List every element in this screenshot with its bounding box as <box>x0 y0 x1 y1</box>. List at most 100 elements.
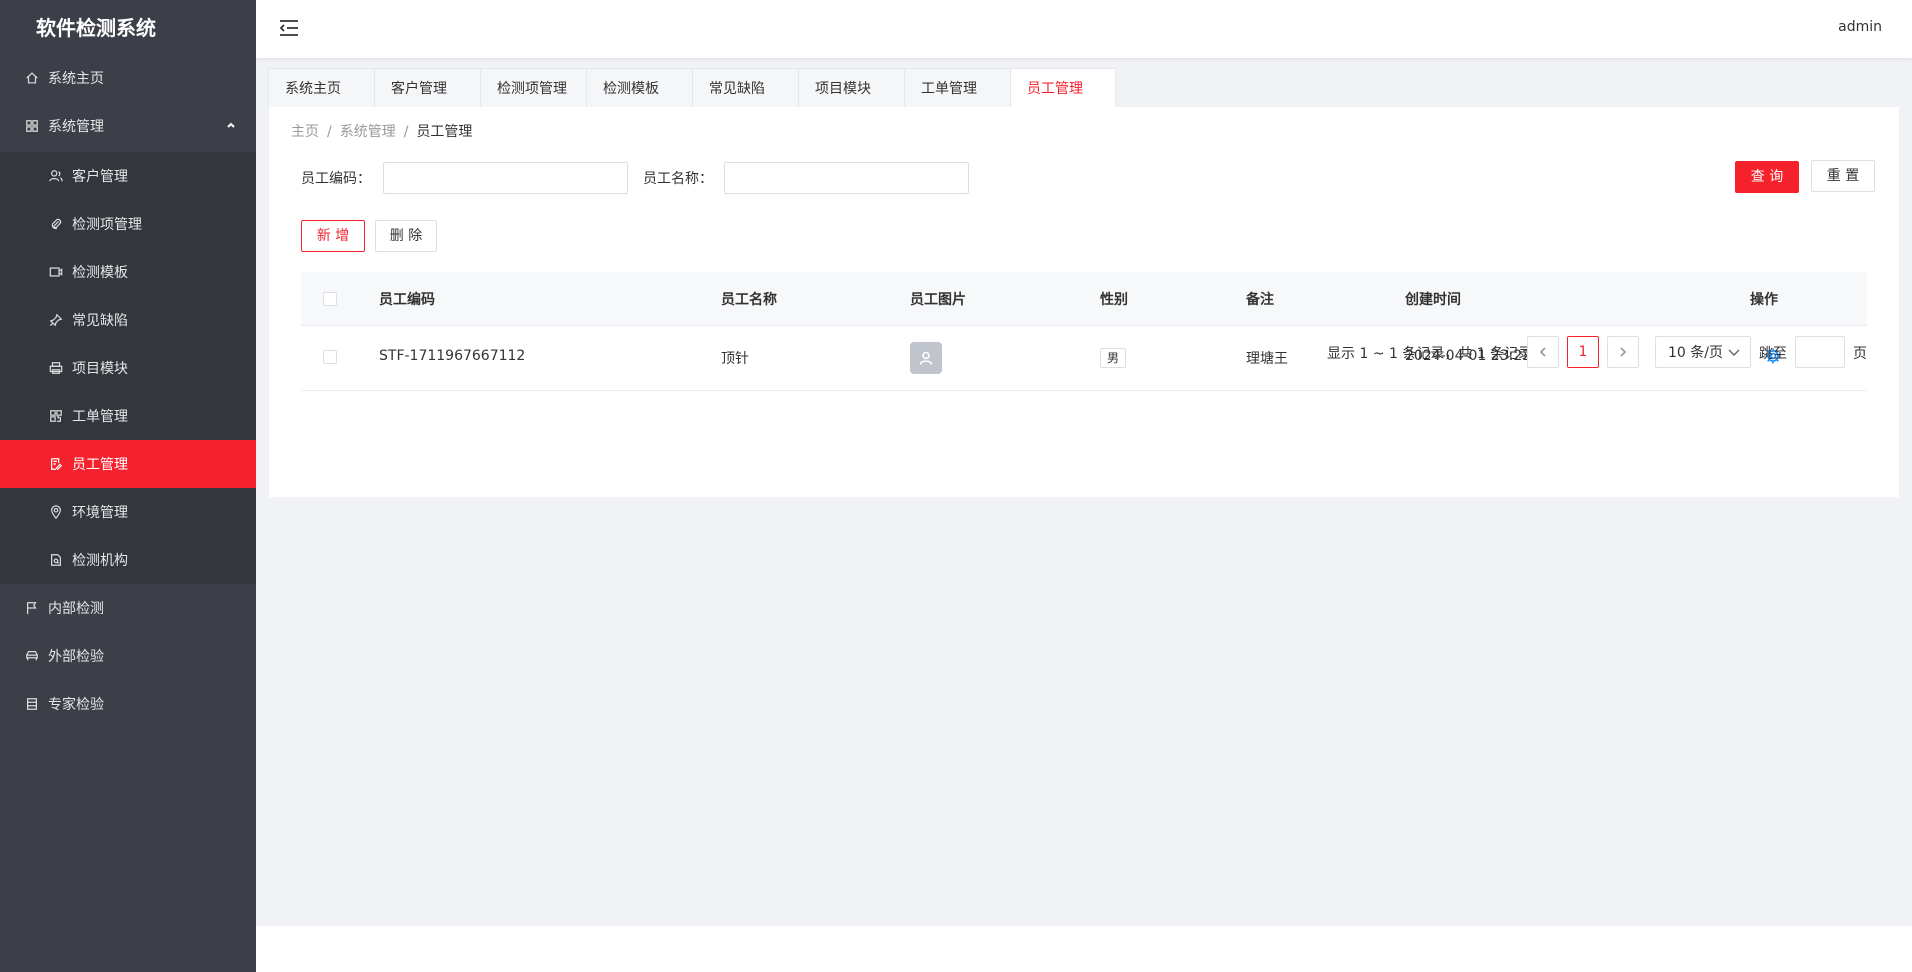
sidebar-item-templates[interactable]: 检测模板 <box>0 248 256 296</box>
jump-page-input[interactable] <box>1795 336 1845 368</box>
next-page-button[interactable] <box>1607 336 1639 368</box>
sidebar-item-label: 外部检验 <box>48 649 104 665</box>
sidebar-item-modules[interactable]: 项目模块 <box>0 344 256 392</box>
header-name: 员工名称 <box>721 292 777 308</box>
table-header: 员工编码 员工名称 员工图片 性别 备注 创建时间 操作 <box>301 272 1867 326</box>
sidebar: 软件检测系统 系统主页 系统管理 客户管理 检测项管理 检测模板 常见缺陷 项目… <box>0 0 256 972</box>
sidebar-item-label: 环境管理 <box>72 505 128 521</box>
sidebar-item-external[interactable]: 外部检验 <box>0 632 256 680</box>
reset-button[interactable]: 重 置 <box>1811 160 1875 192</box>
sidebar-item-environment[interactable]: 环境管理 <box>0 488 256 536</box>
pagination-summary: 显示 1 ~ 1 条记录，共 1 条记录 <box>1327 346 1533 362</box>
sidebar-item-work-orders[interactable]: 工单管理 <box>0 392 256 440</box>
sidebar-item-label: 客户管理 <box>72 169 128 185</box>
car-icon <box>24 648 40 664</box>
add-button[interactable]: 新 增 <box>301 220 365 252</box>
pin-icon <box>48 312 64 328</box>
sidebar-item-label: 常见缺陷 <box>72 313 128 329</box>
sidebar-item-label: 检测项管理 <box>72 217 142 233</box>
header-gender: 性别 <box>1100 292 1128 308</box>
query-button[interactable]: 查 询 <box>1735 161 1799 193</box>
sidebar-item-institutions[interactable]: 检测机构 <box>0 536 256 584</box>
flag-icon <box>24 600 40 616</box>
header-actions: 操作 <box>1750 292 1778 308</box>
employee-name-input[interactable] <box>724 162 969 194</box>
select-all-checkbox[interactable] <box>323 292 337 306</box>
employee-code-input[interactable] <box>383 162 628 194</box>
header-code: 员工编码 <box>379 292 435 308</box>
page-number-current[interactable]: 1 <box>1567 336 1599 368</box>
tab-defects[interactable]: 常见缺陷 <box>692 68 798 108</box>
page-size-select[interactable]: 10 条/页 <box>1655 336 1751 368</box>
list-icon <box>24 696 40 712</box>
user-icon <box>919 351 933 365</box>
chevron-up-icon <box>226 118 236 134</box>
file-search-icon <box>48 552 64 568</box>
sidebar-item-label: 工单管理 <box>72 409 128 425</box>
header-note: 备注 <box>1246 292 1274 308</box>
qrcode-icon <box>48 408 64 424</box>
page-size-value: 10 条/页 <box>1668 345 1723 361</box>
tab-test-items[interactable]: 检测项管理 <box>480 68 586 108</box>
cell-code: STF-1711967667112 <box>379 348 526 364</box>
sidebar-item-test-items[interactable]: 检测项管理 <box>0 200 256 248</box>
tab-customers[interactable]: 客户管理 <box>374 68 480 108</box>
sidebar-item-employees[interactable]: 员工管理 <box>0 440 256 488</box>
employee-table: 员工编码 员工名称 员工图片 性别 备注 创建时间 操作 STF-1711967… <box>301 272 1867 391</box>
breadcrumb-current: 员工管理 <box>416 124 473 140</box>
chevron-down-icon <box>1728 349 1740 356</box>
employee-name-label: 员工名称： <box>643 171 713 187</box>
sidebar-item-label: 专家检验 <box>48 697 104 713</box>
sidebar-submenu-system: 客户管理 检测项管理 检测模板 常见缺陷 项目模块 工单管理 员工管理 环境管理… <box>0 152 256 584</box>
tab-work-orders[interactable]: 工单管理 <box>904 68 1010 108</box>
chevron-right-icon <box>1620 347 1627 357</box>
chevron-left-icon <box>1539 347 1546 357</box>
prev-page-button[interactable] <box>1527 336 1559 368</box>
app-title: 软件检测系统 <box>36 16 156 40</box>
delete-button[interactable]: 删 除 <box>375 220 437 252</box>
cell-name: 顶针 <box>721 351 749 367</box>
breadcrumb-separator: / <box>403 124 409 140</box>
footer-area <box>256 926 1912 972</box>
header-photo: 员工图片 <box>910 292 966 308</box>
top-header: admin <box>256 0 1912 58</box>
document-edit-icon <box>48 456 64 472</box>
sidebar-item-label: 系统管理 <box>48 119 104 135</box>
sidebar-item-label: 员工管理 <box>72 457 128 473</box>
grid-icon <box>24 118 40 134</box>
menu-fold-icon[interactable] <box>278 18 300 38</box>
breadcrumb-section[interactable]: 系统管理 <box>340 124 396 140</box>
row-checkbox[interactable] <box>323 350 337 364</box>
cell-note: 理塘王 <box>1246 351 1288 367</box>
sidebar-item-label: 检测机构 <box>72 553 128 569</box>
breadcrumb: 主页 / 系统管理 / 员工管理 <box>291 121 472 141</box>
sidebar-item-expert[interactable]: 专家检验 <box>0 680 256 728</box>
header-created: 创建时间 <box>1405 292 1461 308</box>
content-panel: 主页 / 系统管理 / 员工管理 员工编码： 员工名称： 查 询 重 置 新 增 删 除… <box>269 107 1899 497</box>
page-tabs: 系统主页 客户管理 检测项管理 检测模板 常见缺陷 项目模块 工单管理 员工管理 <box>268 68 1116 108</box>
paperclip-icon <box>48 216 64 232</box>
sidebar-item-label: 内部检测 <box>48 601 104 617</box>
sidebar-item-internal[interactable]: 内部检测 <box>0 584 256 632</box>
home-icon <box>24 70 40 86</box>
users-icon <box>48 168 64 184</box>
gender-tag: 男 <box>1100 348 1127 368</box>
sidebar-item-home[interactable]: 系统主页 <box>0 56 256 100</box>
tab-templates[interactable]: 检测模板 <box>586 68 692 108</box>
sidebar-item-customers[interactable]: 客户管理 <box>0 152 256 200</box>
sidebar-item-defects[interactable]: 常见缺陷 <box>0 296 256 344</box>
tab-home[interactable]: 系统主页 <box>268 68 374 108</box>
sidebar-item-label: 系统主页 <box>48 71 104 87</box>
sidebar-item-label: 项目模块 <box>72 361 128 377</box>
video-icon <box>48 264 64 280</box>
printer-icon <box>48 360 64 376</box>
sidebar-item-label: 检测模板 <box>72 265 128 281</box>
location-icon <box>48 504 64 520</box>
user-name[interactable]: admin <box>1838 19 1882 35</box>
breadcrumb-home[interactable]: 主页 <box>291 124 319 140</box>
tab-modules[interactable]: 项目模块 <box>798 68 904 108</box>
tab-employees[interactable]: 员工管理 <box>1010 68 1116 108</box>
sidebar-item-system[interactable]: 系统管理 <box>0 100 256 152</box>
jump-label: 跳至 <box>1759 346 1787 362</box>
employee-code-label: 员工编码： <box>301 171 371 187</box>
